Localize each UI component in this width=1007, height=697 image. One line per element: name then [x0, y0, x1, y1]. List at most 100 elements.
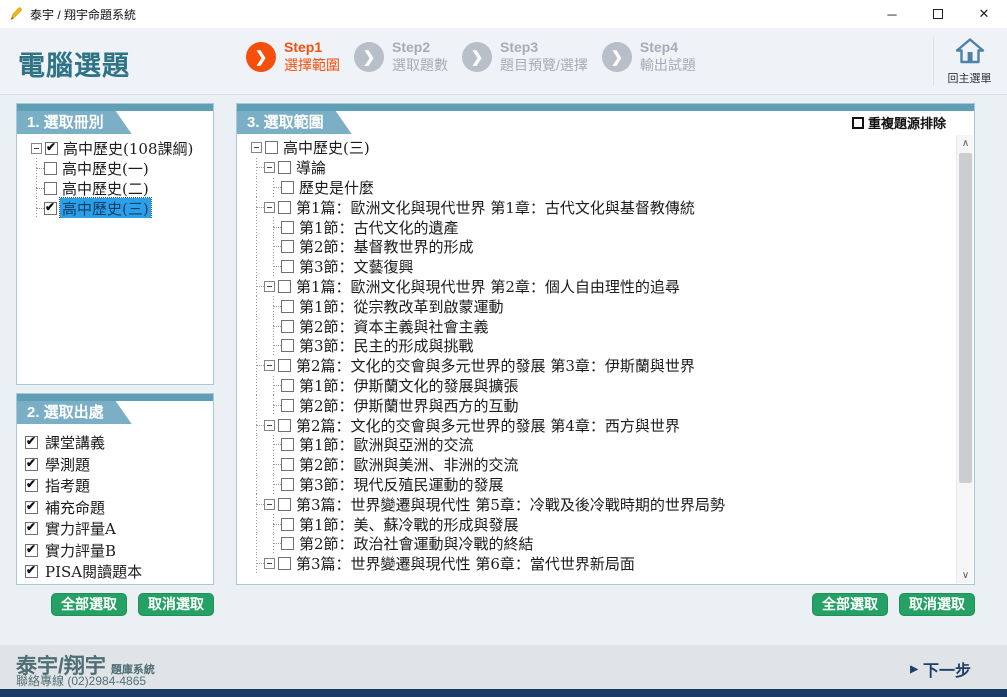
source-checkbox[interactable]	[25, 458, 38, 471]
tree-node-label[interactable]: 高中歷史(三)	[60, 198, 151, 219]
dedupe-checkbox-row[interactable]: 重複題源排除	[848, 113, 946, 132]
step-indicator[interactable]: ❯Step1選擇範圍	[246, 39, 340, 74]
source-item[interactable]: 補充命題	[25, 497, 209, 519]
tree-row[interactable]: 第2節：歐洲與美洲、非洲的交流	[243, 455, 952, 475]
tree-node-label[interactable]: 第1節：美、蘇冷戰的形成與發展	[297, 514, 521, 535]
tree-node-label[interactable]: 高中歷史(一)	[60, 158, 151, 179]
tree-row[interactable]: 第2篇：文化的交會與多元世界的發展 第3章：伊斯蘭與世界	[243, 356, 952, 376]
tree-checkbox[interactable]	[281, 240, 294, 253]
source-item[interactable]: PISA閱讀題本	[25, 561, 209, 583]
tree-node-label[interactable]: 歷史是什麼	[297, 177, 376, 198]
tree-row[interactable]: 高中歷史(二)	[23, 178, 209, 198]
tree-row[interactable]: 第2節：基督教世界的形成	[243, 237, 952, 257]
tree-row[interactable]: 第1節：古代文化的遺產	[243, 217, 952, 237]
tree-node-label[interactable]: 第2節：政治社會運動與冷戰的終結	[297, 533, 536, 554]
tree-row[interactable]: 第3節：現代反殖民運動的發展	[243, 475, 952, 495]
tree-row[interactable]: 第3篇：世界變遷與現代性 第5章：冷戰及後冷戰時期的世界局勢	[243, 494, 952, 514]
source-checkbox[interactable]	[25, 522, 38, 535]
tree-row[interactable]: 第1篇：歐洲文化與現代世界 第1章：古代文化與基督教傳統	[243, 197, 952, 217]
tree-checkbox[interactable]	[281, 399, 294, 412]
dedupe-checkbox[interactable]	[852, 117, 864, 129]
tree-row[interactable]: 第3篇：世界變遷與現代性 第6章：當代世界新局面	[243, 554, 952, 574]
collapse-minus-icon[interactable]	[264, 202, 275, 213]
source-checkbox[interactable]	[25, 501, 38, 514]
tree-node-label[interactable]: 第3節：民主的形成與挑戰	[297, 335, 476, 356]
tree-row[interactable]: 高中歷史(108課綱)	[23, 138, 209, 158]
volume-select-all-button[interactable]: 全部選取	[51, 593, 127, 616]
volume-deselect-button[interactable]: 取消選取	[138, 593, 214, 616]
next-step-button[interactable]: ▶ 下一步	[910, 657, 971, 681]
collapse-minus-icon[interactable]	[264, 499, 275, 510]
tree-row[interactable]: 高中歷史(三)	[243, 138, 952, 158]
tree-node-label[interactable]: 第3節：文藝復興	[297, 256, 416, 277]
tree-node-label[interactable]: 第2篇：文化的交會與多元世界的發展 第3章：伊斯蘭與世界	[294, 355, 697, 376]
step-indicator[interactable]: ❯Step2選取題數	[354, 39, 448, 74]
tree-node-label[interactable]: 第3篇：世界變遷與現代性 第6章：當代世界新局面	[294, 553, 637, 573]
tree-node-label[interactable]: 高中歷史(二)	[60, 178, 151, 199]
source-item[interactable]: 實力評量B	[25, 540, 209, 562]
tree-checkbox[interactable]	[281, 260, 294, 273]
source-checkbox[interactable]	[25, 544, 38, 557]
tree-row[interactable]: 第1節：歐洲與亞洲的交流	[243, 435, 952, 455]
tree-row[interactable]: 第1篇：歐洲文化與現代世界 第2章：個人自由理性的追尋	[243, 277, 952, 297]
tree-row[interactable]: 第1節：伊斯蘭文化的發展與擴張	[243, 376, 952, 396]
step-indicator[interactable]: ❯Step4輸出試題	[602, 39, 696, 74]
tree-checkbox[interactable]	[278, 419, 291, 432]
collapse-minus-icon[interactable]	[264, 558, 275, 569]
tree-row[interactable]: 導論	[243, 158, 952, 178]
tree-checkbox[interactable]	[45, 142, 58, 155]
tree-node-label[interactable]: 第1節：伊斯蘭文化的發展與擴張	[297, 375, 521, 396]
tree-row[interactable]: 第1節：美、蘇冷戰的形成與發展	[243, 514, 952, 534]
home-menu-button[interactable]: 回主選單	[933, 37, 997, 86]
tree-checkbox[interactable]	[278, 557, 291, 570]
tree-node-label[interactable]: 第1節：古代文化的遺產	[297, 217, 461, 238]
scope-select-all-button[interactable]: 全部選取	[812, 593, 888, 616]
tree-row[interactable]: 第2節：資本主義與社會主義	[243, 316, 952, 336]
tree-node-label[interactable]: 第2節：歐洲與美洲、非洲的交流	[297, 454, 521, 475]
collapse-minus-icon[interactable]	[264, 360, 275, 371]
scrollbar-up-icon[interactable]: ∧	[957, 135, 974, 151]
collapse-minus-icon[interactable]	[264, 420, 275, 431]
tree-node-label[interactable]: 第2節：伊斯蘭世界與西方的互動	[297, 395, 521, 416]
tree-row[interactable]: 第3節：民主的形成與挑戰	[243, 336, 952, 356]
tree-node-label[interactable]: 第2節：基督教世界的形成	[297, 236, 476, 257]
scrollbar-thumb[interactable]	[959, 153, 972, 483]
tree-checkbox[interactable]	[281, 339, 294, 352]
tree-row[interactable]: 高中歷史(三)	[23, 198, 209, 218]
source-checkbox[interactable]	[25, 565, 38, 578]
tree-checkbox[interactable]	[278, 161, 291, 174]
tree-checkbox[interactable]	[44, 162, 57, 175]
tree-row[interactable]: 歷史是什麼	[243, 178, 952, 198]
source-checkbox[interactable]	[25, 436, 38, 449]
tree-checkbox[interactable]	[281, 300, 294, 313]
tree-row[interactable]: 第2節：政治社會運動與冷戰的終結	[243, 534, 952, 554]
tree-checkbox[interactable]	[278, 359, 291, 372]
collapse-minus-icon[interactable]	[264, 162, 275, 173]
tree-node-label[interactable]: 第3節：現代反殖民運動的發展	[297, 474, 506, 495]
scope-deselect-button[interactable]: 取消選取	[899, 593, 975, 616]
tree-node-label[interactable]: 第1篇：歐洲文化與現代世界 第1章：古代文化與基督教傳統	[294, 197, 697, 218]
tree-row[interactable]: 第1節：從宗教改革到啟蒙運動	[243, 296, 952, 316]
tree-checkbox[interactable]	[281, 458, 294, 471]
tree-checkbox[interactable]	[281, 537, 294, 550]
source-item[interactable]: 實力評量A	[25, 518, 209, 540]
tree-checkbox[interactable]	[281, 181, 294, 194]
tree-row[interactable]: 第3節：文藝復興	[243, 257, 952, 277]
tree-checkbox[interactable]	[278, 280, 291, 293]
tree-node-label[interactable]: 第2篇：文化的交會與多元世界的發展 第4章：西方與世界	[294, 415, 682, 436]
tree-row[interactable]: 第2節：伊斯蘭世界與西方的互動	[243, 395, 952, 415]
tree-node-label[interactable]: 導論	[294, 157, 328, 178]
maximize-button[interactable]	[915, 0, 961, 28]
tree-checkbox[interactable]	[281, 379, 294, 392]
tree-node-label[interactable]: 第2節：資本主義與社會主義	[297, 316, 491, 337]
source-item[interactable]: 指考題	[25, 475, 209, 497]
scope-scrollbar[interactable]: ∧ ∨	[956, 135, 973, 583]
collapse-minus-icon[interactable]	[31, 143, 42, 154]
step-indicator[interactable]: ❯Step3題目預覽/選擇	[462, 39, 588, 74]
tree-node-label[interactable]: 高中歷史(108課綱)	[61, 138, 195, 159]
tree-checkbox[interactable]	[278, 498, 291, 511]
scrollbar-down-icon[interactable]: ∨	[957, 567, 974, 583]
tree-checkbox[interactable]	[44, 182, 57, 195]
tree-row[interactable]: 高中歷史(一)	[23, 158, 209, 178]
tree-node-label[interactable]: 第1篇：歐洲文化與現代世界 第2章：個人自由理性的追尋	[294, 276, 682, 297]
